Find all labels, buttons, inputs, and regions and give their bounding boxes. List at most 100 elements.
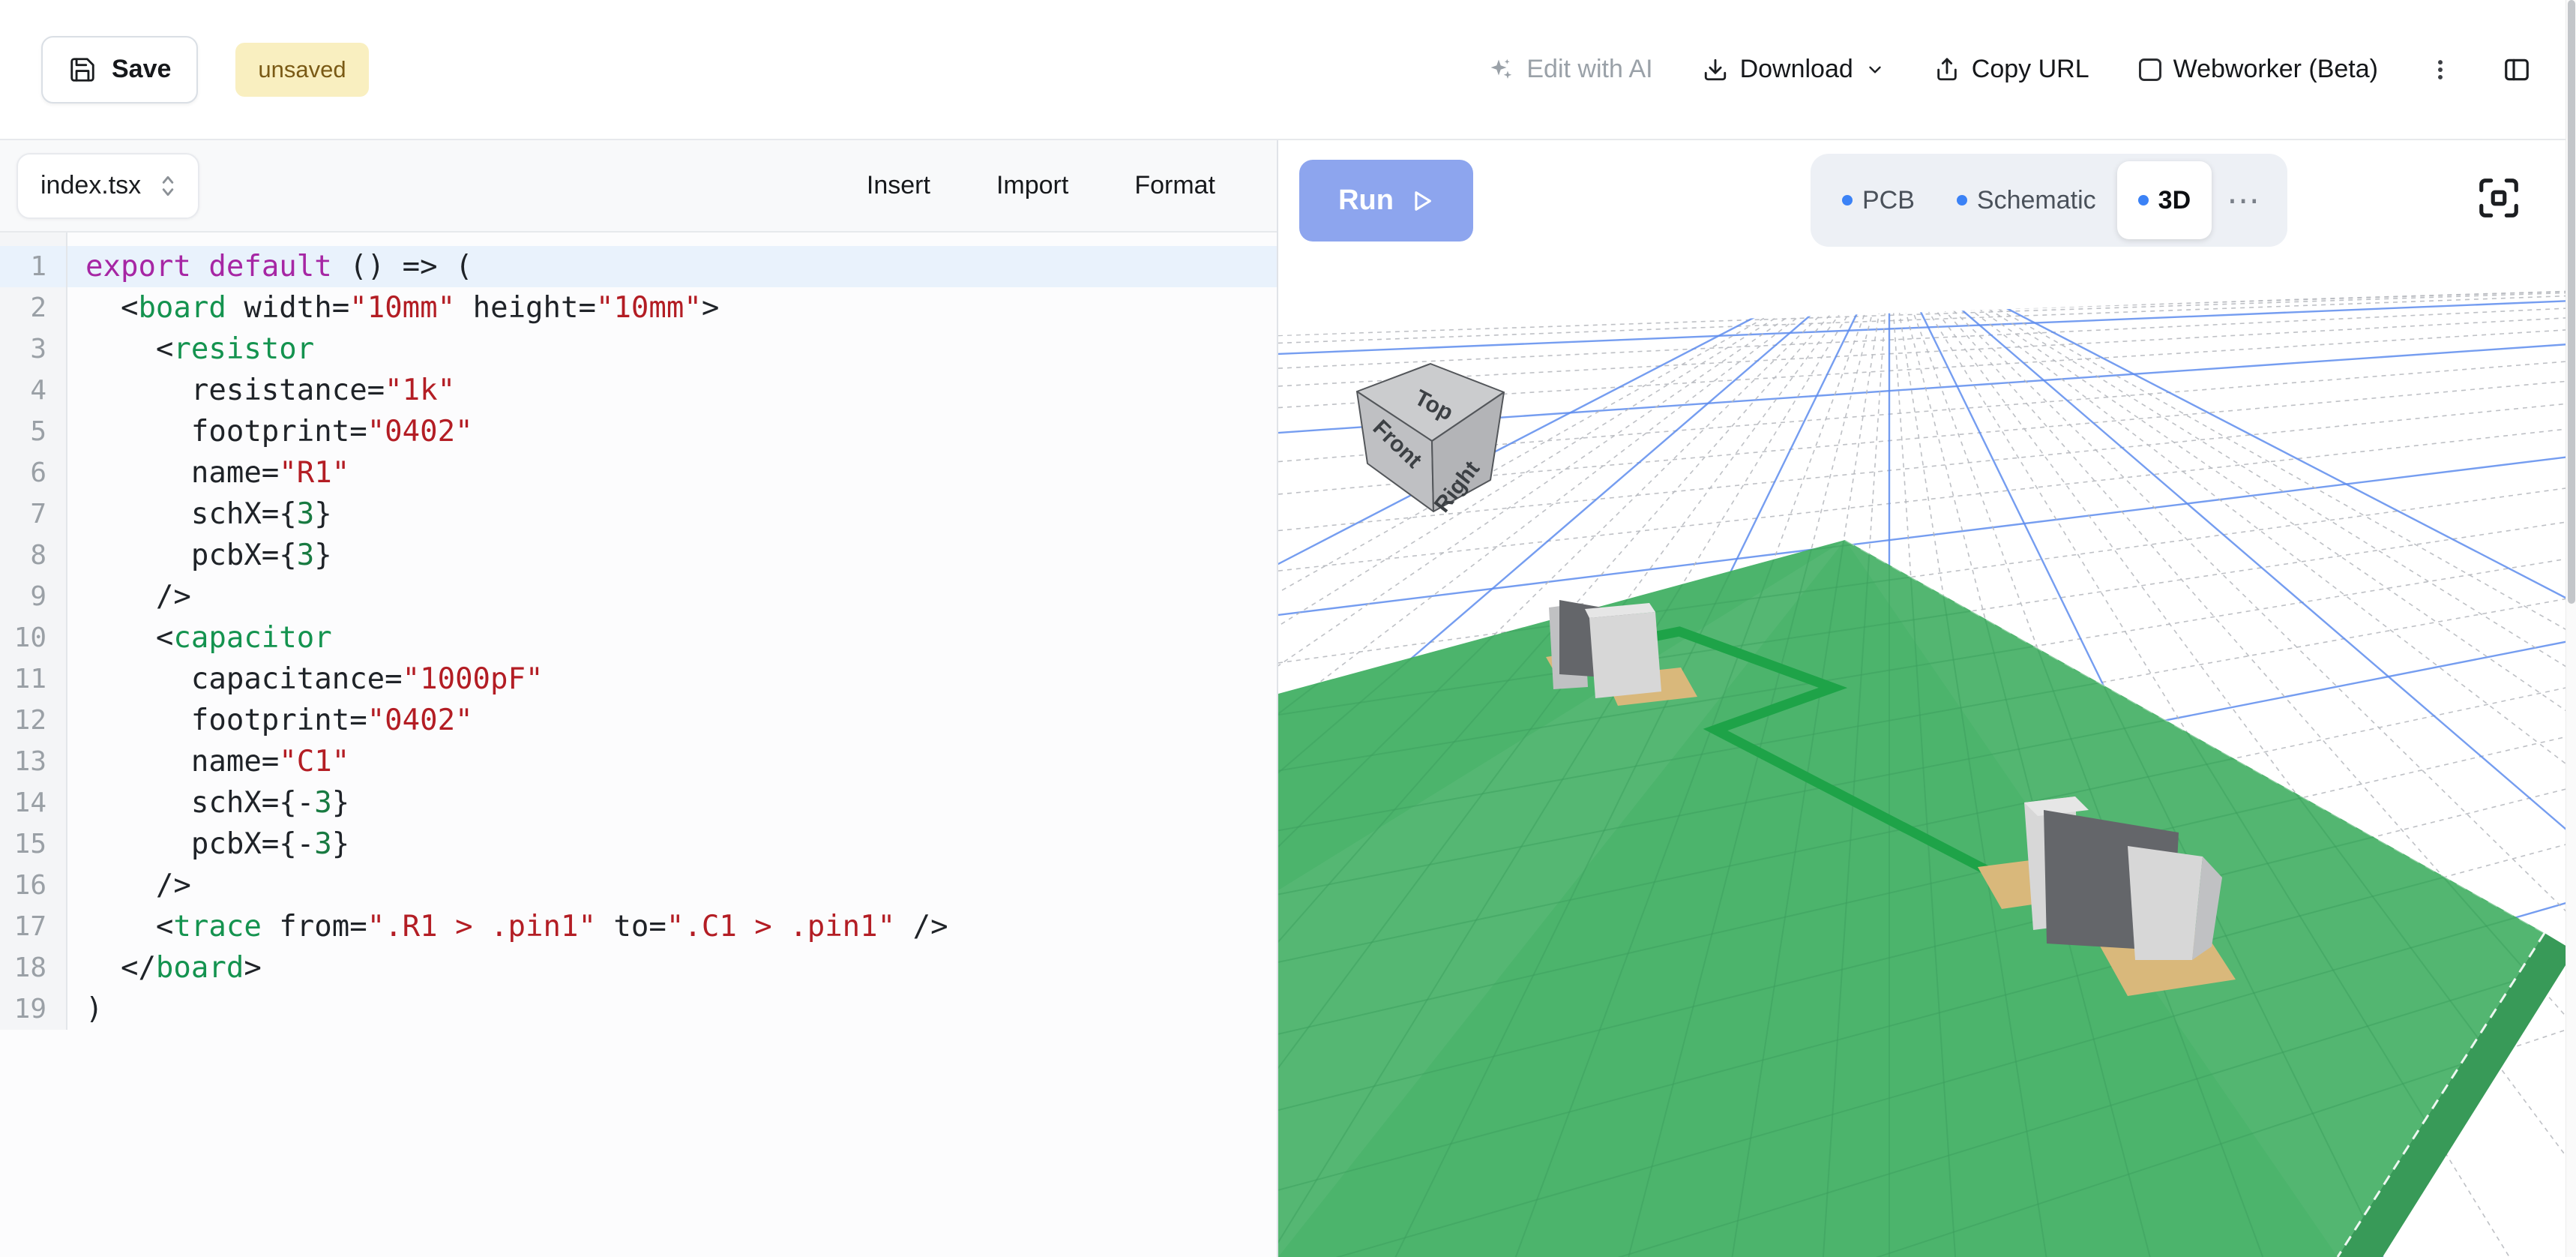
code-line-text: /> xyxy=(67,865,1277,906)
code-editor[interactable]: 1export default () => (2 <board width="1… xyxy=(0,232,1277,1257)
code-line-text: <trace from=".R1 > .pin1" to=".C1 > .pin… xyxy=(67,906,1277,947)
more-options-button[interactable] xyxy=(2428,57,2453,82)
tscircuit-playground: Save unsaved Edit with AI xyxy=(0,0,2576,1257)
view-tabs: PCB Schematic 3D ⋯ xyxy=(1811,154,2287,247)
line-number: 11 xyxy=(0,658,67,700)
editor-header: index.tsx Insert Import Format xyxy=(0,140,1277,232)
code-line: 11 capacitance="1000pF" xyxy=(0,658,1277,700)
top-toolbar: Save unsaved Edit with AI xyxy=(0,0,2576,140)
line-number: 8 xyxy=(0,535,67,576)
code-line: 1export default () => ( xyxy=(0,246,1277,287)
line-number: 16 xyxy=(0,865,67,906)
code-line: 3 <resistor xyxy=(0,328,1277,370)
line-number: 17 xyxy=(0,906,67,947)
tab-3d[interactable]: 3D xyxy=(2117,161,2212,239)
fullscreen-button[interactable] xyxy=(2474,174,2524,224)
code-line: 9 /> xyxy=(0,576,1277,617)
code-line-text: schX={3} xyxy=(67,494,1277,535)
tab-more-menu[interactable]: ⋯ xyxy=(2212,154,2277,247)
webworker-toggle[interactable]: Webworker (Beta) xyxy=(2139,55,2378,84)
scrollbar-thumb[interactable] xyxy=(2568,0,2575,604)
code-line-text: <capacitor xyxy=(67,617,1277,658)
code-line: 6 name="R1" xyxy=(0,452,1277,494)
code-line-text: capacitance="1000pF" xyxy=(67,658,1277,700)
line-number: 19 xyxy=(0,988,67,1030)
code-line: 19) xyxy=(0,988,1277,1030)
line-number: 15 xyxy=(0,824,67,865)
edit-with-ai-label: Edit with AI xyxy=(1526,55,1652,84)
code-line-text: /> xyxy=(67,576,1277,617)
code-line-text: name="R1" xyxy=(67,452,1277,494)
share-icon xyxy=(1934,57,1960,82)
webworker-label: Webworker (Beta) xyxy=(2173,55,2378,84)
editor-action-import[interactable]: Import xyxy=(996,171,1068,200)
tab-status-dot xyxy=(1842,195,1853,206)
download-button[interactable]: Download xyxy=(1703,55,1885,84)
line-number: 6 xyxy=(0,452,67,494)
file-selector-value: index.tsx xyxy=(40,171,141,200)
editor-actions: Insert Import Format xyxy=(867,171,1215,200)
code-line: 18 </board> xyxy=(0,947,1277,988)
line-number: 13 xyxy=(0,741,67,782)
main-split: index.tsx Insert Import Format 1export def… xyxy=(0,140,2576,1257)
code-line: 16 /> xyxy=(0,865,1277,906)
code-line: 5 footprint="0402" xyxy=(0,411,1277,452)
3d-viewport[interactable]: TopFrontRight xyxy=(1278,140,2576,1257)
code-line: 14 schX={-3} xyxy=(0,782,1277,824)
save-button[interactable]: Save xyxy=(41,36,198,104)
code-line-text: schX={-3} xyxy=(67,782,1277,824)
toolbar-right: Edit with AI Download xyxy=(1487,55,2531,84)
code-line: 17 <trace from=".R1 > .pin1" to=".C1 > .… xyxy=(0,906,1277,947)
save-label: Save xyxy=(112,55,171,84)
code-line: 15 pcbX={-3} xyxy=(0,824,1277,865)
code-line-text: name="C1" xyxy=(67,741,1277,782)
panel-left-icon xyxy=(2503,56,2531,84)
download-icon xyxy=(1703,57,1728,82)
tab-label: 3D xyxy=(2158,186,2191,215)
code-line-text: footprint="0402" xyxy=(67,411,1277,452)
checkbox-icon[interactable] xyxy=(2139,58,2161,81)
tab-pcb[interactable]: PCB xyxy=(1821,154,1936,247)
editor-action-format[interactable]: Format xyxy=(1134,171,1215,200)
sparkles-icon xyxy=(1487,56,1514,83)
file-selector[interactable]: index.tsx xyxy=(16,153,199,219)
tab-label: ⋯ xyxy=(2227,182,2262,220)
code-line-text: </board> xyxy=(67,947,1277,988)
line-number: 3 xyxy=(0,328,67,370)
code-line: 12 footprint="0402" xyxy=(0,700,1277,741)
copy-url-label: Copy URL xyxy=(1972,55,2089,84)
editor-action-insert[interactable]: Insert xyxy=(867,171,930,200)
code-editor-panel: index.tsx Insert Import Format 1export def… xyxy=(0,140,1278,1257)
code-line: 10 <capacitor xyxy=(0,617,1277,658)
select-chevrons-icon xyxy=(157,173,178,199)
code-line-text: footprint="0402" xyxy=(67,700,1277,741)
tab-label: PCB xyxy=(1862,186,1915,215)
code-top-padding xyxy=(0,232,1277,246)
run-button[interactable]: Run xyxy=(1299,160,1473,242)
line-number: 18 xyxy=(0,947,67,988)
orientation-cube[interactable]: TopFrontRight xyxy=(1357,364,1504,518)
save-icon xyxy=(68,56,97,84)
tab-status-dot xyxy=(2138,195,2149,206)
play-icon xyxy=(1409,188,1434,214)
window-scrollbar[interactable] xyxy=(2566,0,2576,1257)
code-line-text: resistance="1k" xyxy=(67,370,1277,411)
line-number: 1 xyxy=(0,246,67,287)
code-line-text: ) xyxy=(67,988,1277,1030)
preview-panel: TopFrontRight Run PCB Schematic 3D ⋯ xyxy=(1278,140,2576,1257)
unsaved-status-badge: unsaved xyxy=(235,43,368,97)
chevron-down-icon xyxy=(1865,60,1885,80)
fullscreen-icon xyxy=(2476,175,2522,221)
code-line-text: export default () => ( xyxy=(67,246,1277,287)
toggle-panel-button[interactable] xyxy=(2503,56,2531,84)
code-line-text: pcbX={3} xyxy=(67,535,1277,576)
code-line-text: pcbX={-3} xyxy=(67,824,1277,865)
code-line-text: <resistor xyxy=(67,328,1277,370)
code-line: 8 pcbX={3} xyxy=(0,535,1277,576)
code-line-text: <board width="10mm" height="10mm"> xyxy=(67,287,1277,328)
edit-with-ai-button[interactable]: Edit with AI xyxy=(1487,55,1652,84)
tab-schematic[interactable]: Schematic xyxy=(1936,154,2117,247)
tab-status-dot xyxy=(1957,195,1967,206)
download-label: Download xyxy=(1740,55,1853,84)
copy-url-button[interactable]: Copy URL xyxy=(1934,55,2089,84)
